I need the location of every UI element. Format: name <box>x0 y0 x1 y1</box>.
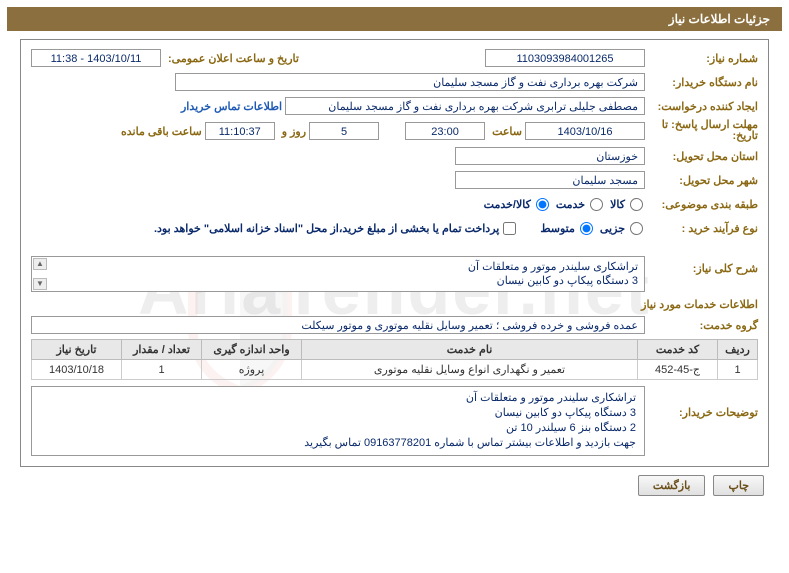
deadline-time-value: 23:00 <box>405 122 485 140</box>
td-row: 1 <box>718 360 758 380</box>
radio-medium-label: متوسط <box>540 222 575 235</box>
deadline-date-value: 1403/10/16 <box>525 122 645 140</box>
buyer-notes-box: تراشکاری سلیندر موتور و متعلقات آن 3 دست… <box>31 386 645 456</box>
radio-service-label: خدمت <box>556 198 585 211</box>
summary-line1: تراشکاری سلیندر موتور و متعلقات آن <box>468 261 638 273</box>
radio-medium[interactable]: متوسط <box>540 222 595 235</box>
process-radio-group: جزیی متوسط <box>540 222 645 235</box>
scroll-down-icon[interactable]: ▼ <box>33 278 47 290</box>
time-label: ساعت <box>488 125 522 138</box>
radio-goods-service-label: کالا/خدمت <box>484 198 531 211</box>
scroll-up-icon[interactable]: ▲ <box>33 258 47 270</box>
radio-partial[interactable]: جزیی <box>600 222 645 235</box>
th-code: کد خدمت <box>638 340 718 360</box>
services-section-title: اطلاعات خدمات مورد نیاز <box>31 298 758 311</box>
summary-line2: 3 دستگاه پیکاپ دو کابین نیسان <box>497 275 638 287</box>
radio-goods-input[interactable] <box>630 198 643 211</box>
radio-partial-input[interactable] <box>630 222 643 235</box>
requester-label: ایجاد کننده درخواست: <box>648 100 758 113</box>
days-count-value: 5 <box>309 122 379 140</box>
td-unit: پروژه <box>202 360 302 380</box>
need-number-label: شماره نیاز: <box>648 52 758 65</box>
radio-service[interactable]: خدمت <box>556 198 605 211</box>
textarea-scrollbar[interactable]: ▲ ▼ <box>33 258 47 290</box>
need-number-value: 1103093984001265 <box>485 49 645 67</box>
buyer-org-label: نام دستگاه خریدار: <box>648 76 758 89</box>
th-row: ردیف <box>718 340 758 360</box>
buyer-notes-label: توضیحات خریدار: <box>648 386 758 419</box>
panel-title: جزئیات اطلاعات نیاز <box>7 7 782 31</box>
category-radio-group: کالا خدمت کالا/خدمت <box>484 198 645 211</box>
deadline-label-2: تاریخ: <box>732 130 758 142</box>
payment-checkbox[interactable] <box>503 222 516 235</box>
buyer-contact-link[interactable]: اطلاعات تماس خریدار <box>181 100 282 113</box>
radio-goods-label: کالا <box>610 198 625 211</box>
services-table: ردیف کد خدمت نام خدمت واحد اندازه گیری ت… <box>31 339 758 380</box>
summary-textarea[interactable]: تراشکاری سلیندر موتور و متعلقات آن 3 دست… <box>31 256 645 292</box>
buyer-notes-l1: تراشکاری سلیندر موتور و متعلقات آن <box>466 392 636 404</box>
payment-note-row: پرداخت تمام یا بخشی از مبلغ خرید،از محل … <box>154 222 516 235</box>
td-qty: 1 <box>122 360 202 380</box>
remaining-label: ساعت باقی مانده <box>117 125 202 138</box>
province-label: استان محل تحویل: <box>648 150 758 163</box>
days-unit-label: روز و <box>278 125 306 138</box>
process-type-label: نوع فرآیند خرید : <box>648 222 758 235</box>
category-label: طبقه بندی موضوعی: <box>648 198 758 211</box>
print-button[interactable]: چاپ <box>713 475 764 496</box>
announce-date-value: 1403/10/11 - 11:38 <box>31 49 161 67</box>
th-qty: تعداد / مقدار <box>122 340 202 360</box>
service-group-value: عمده فروشی و خرده فروشی ؛ تعمیر وسایل نق… <box>31 316 645 334</box>
buyer-notes-l3: 2 دستگاه بنز 6 سیلندر 10 تن <box>506 422 636 434</box>
radio-goods[interactable]: کالا <box>610 198 645 211</box>
radio-partial-label: جزیی <box>600 222 625 235</box>
main-panel: شماره نیاز: 1103093984001265 تاریخ و ساع… <box>20 39 769 467</box>
requester-value: مصطفی جلیلی ترابری شرکت بهره برداری نفت … <box>285 97 645 115</box>
buyer-org-value: شرکت بهره برداری نفت و گاز مسجد سلیمان <box>175 73 645 91</box>
service-group-label: گروه خدمت: <box>648 319 758 332</box>
td-code: ج-45-452 <box>638 360 718 380</box>
summary-label: شرح کلی نیاز: <box>648 256 758 275</box>
td-name: تعمیر و نگهداری انواع وسایل نقلیه موتوری <box>302 360 638 380</box>
city-label: شهر محل تحویل: <box>648 174 758 187</box>
radio-medium-input[interactable] <box>580 222 593 235</box>
city-value: مسجد سلیمان <box>455 171 645 189</box>
th-name: نام خدمت <box>302 340 638 360</box>
th-unit: واحد اندازه گیری <box>202 340 302 360</box>
th-date: تاریخ نیاز <box>32 340 122 360</box>
buyer-notes-l4: جهت بازدید و اطلاعات بیشتر تماس با شماره… <box>304 437 636 449</box>
remaining-time-value: 11:10:37 <box>205 122 275 140</box>
buyer-notes-l2: 3 دستگاه پیکاپ دو کابین نیسان <box>495 407 636 419</box>
radio-service-input[interactable] <box>590 198 603 211</box>
td-date: 1403/10/18 <box>32 360 122 380</box>
province-value: خوزستان <box>455 147 645 165</box>
payment-note-text: پرداخت تمام یا بخشی از مبلغ خرید،از محل … <box>154 222 499 235</box>
deadline-label: مهلت ارسال پاسخ: تا تاریخ: <box>648 120 758 142</box>
back-button[interactable]: بازگشت <box>638 475 706 496</box>
button-row: چاپ بازگشت <box>25 475 764 496</box>
announce-date-label: تاریخ و ساعت اعلان عمومی: <box>164 52 299 65</box>
radio-goods-service-input[interactable] <box>536 198 549 211</box>
table-row: 1 ج-45-452 تعمیر و نگهداری انواع وسایل ن… <box>32 360 758 380</box>
radio-goods-service[interactable]: کالا/خدمت <box>484 198 551 211</box>
